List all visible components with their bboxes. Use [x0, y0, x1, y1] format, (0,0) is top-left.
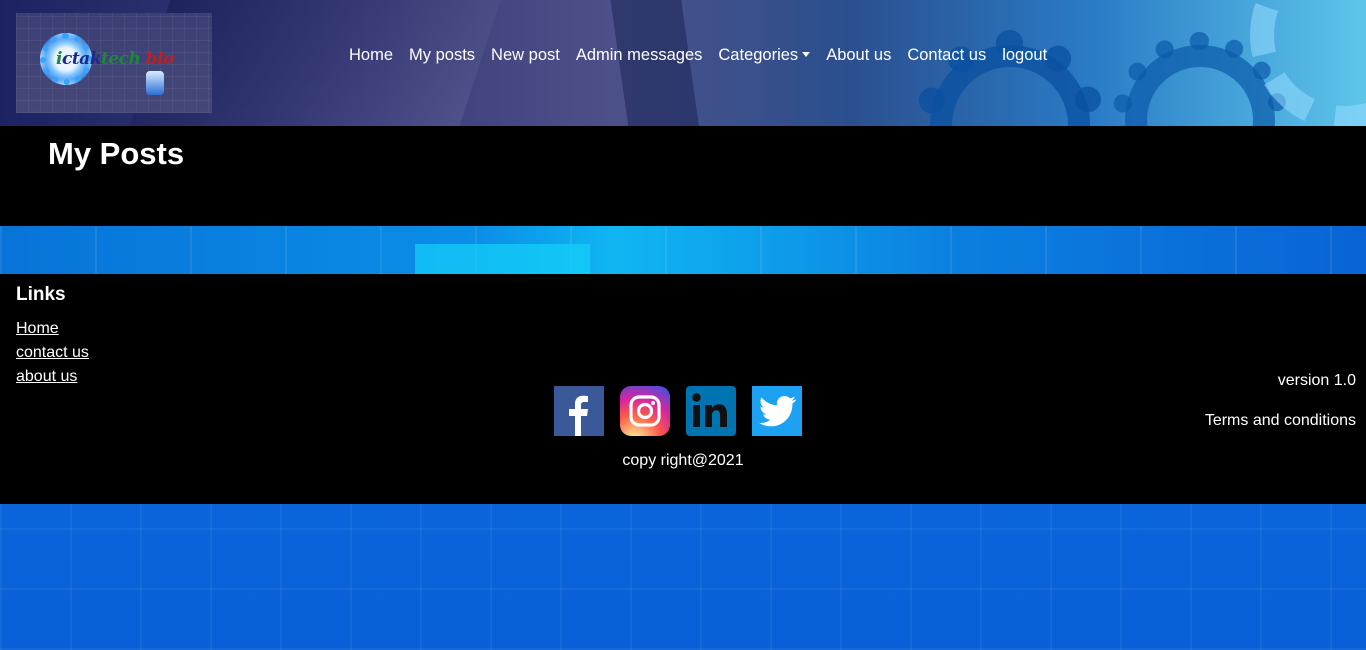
version-text: version 1.0 — [1277, 372, 1356, 389]
footer-link-item: about us — [16, 365, 89, 389]
nav-categories-dropdown[interactable]: Categories — [710, 44, 818, 66]
nav-my-posts[interactable]: My posts — [401, 44, 483, 66]
footer-link-about-us[interactable]: about us — [16, 368, 77, 385]
nav-about-us[interactable]: About us — [818, 44, 899, 66]
caret-down-icon — [802, 52, 811, 57]
facebook-icon[interactable] — [554, 386, 604, 436]
footer-link-item: contact us — [16, 341, 89, 365]
nav-categories-label: Categories — [718, 46, 799, 64]
instagram-icon[interactable] — [620, 386, 670, 436]
footer-link-contact-us[interactable]: contact us — [16, 344, 89, 361]
footer-link-home[interactable]: Home — [16, 320, 59, 337]
copyright-text: copy right@2021 — [622, 452, 744, 469]
nav-contact-us[interactable]: Contact us — [899, 44, 994, 66]
banner-glow — [415, 244, 590, 274]
twitter-icon[interactable] — [752, 386, 802, 436]
logo-figure-icon — [146, 71, 164, 95]
site-logo[interactable]: ictaktech blo — [16, 13, 212, 113]
page-title: My Posts — [48, 136, 185, 171]
nav-home[interactable]: Home — [341, 44, 401, 66]
site-header: ictaktech blo Home My posts New post Adm… — [0, 0, 1366, 126]
footer-links-title: Links — [16, 284, 66, 305]
decorative-banner-strip — [0, 226, 1366, 274]
logo-text: ictaktech blo — [56, 49, 174, 69]
nav-logout[interactable]: logout — [994, 44, 1055, 66]
footer-links-list: Home contact us about us — [16, 317, 89, 389]
site-footer: Links Home contact us about us copy righ… — [0, 274, 1366, 504]
page-title-section: My Posts — [0, 126, 1366, 226]
main-nav: Home My posts New post Admin messages Ca… — [341, 44, 1055, 66]
nav-admin-messages[interactable]: Admin messages — [568, 44, 711, 66]
terms-link[interactable]: Terms and conditions — [1205, 412, 1356, 430]
footer-link-item: Home — [16, 317, 89, 341]
nav-new-post[interactable]: New post — [483, 44, 568, 66]
linkedin-icon[interactable] — [686, 386, 736, 436]
social-links — [554, 386, 802, 436]
